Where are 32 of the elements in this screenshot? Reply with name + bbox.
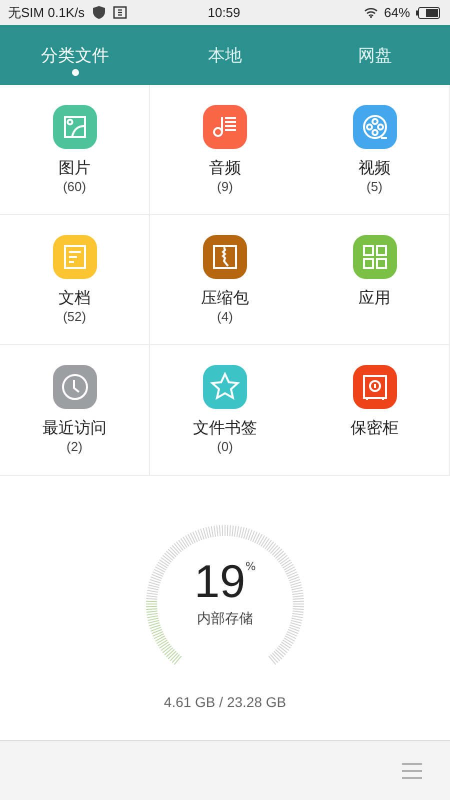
category-label: 文件书签 — [193, 418, 257, 438]
category-label: 视频 — [358, 158, 390, 178]
battery-percent: 64% — [384, 5, 410, 20]
category-label: 文档 — [58, 288, 90, 308]
category-tile[interactable]: 视频 (5) — [300, 85, 450, 215]
category-tile[interactable]: 图片 (60) — [0, 85, 150, 215]
battery-icon — [416, 6, 440, 18]
storage-label: 内部存储 — [197, 610, 253, 628]
file-count: (5) — [366, 178, 382, 196]
file-count: (52) — [62, 308, 86, 326]
wifi-icon — [364, 7, 378, 18]
network-status: 无SIM 0.1K/s — [8, 4, 85, 22]
tab[interactable]: 分类文件 — [0, 25, 150, 85]
category-label: 应用 — [358, 288, 390, 308]
file-count: (9) — [217, 178, 233, 196]
clock-time: 10:59 — [208, 5, 240, 20]
file-count: (2) — [66, 438, 82, 456]
file-count: (0) — [217, 438, 233, 456]
category-label: 音频 — [209, 158, 241, 178]
shield-icon — [92, 6, 105, 19]
file-count: (60) — [62, 178, 86, 196]
file-count: (4) — [217, 308, 233, 326]
category-tile[interactable]: 应用 — [300, 215, 450, 345]
category-label: 图片 — [58, 158, 90, 178]
category-tile[interactable]: 文档 (52) — [0, 215, 150, 345]
storage-usage: 4.61 GB / 23.28 GB — [164, 694, 286, 710]
usage-percent: 19 — [194, 556, 246, 606]
percent-sign: % — [245, 560, 256, 573]
category-label: 最近访问 — [42, 418, 106, 438]
menu-icon[interactable] — [402, 762, 422, 778]
category-label: 保密柜 — [350, 418, 398, 438]
category-label: 压缩包 — [201, 288, 249, 308]
